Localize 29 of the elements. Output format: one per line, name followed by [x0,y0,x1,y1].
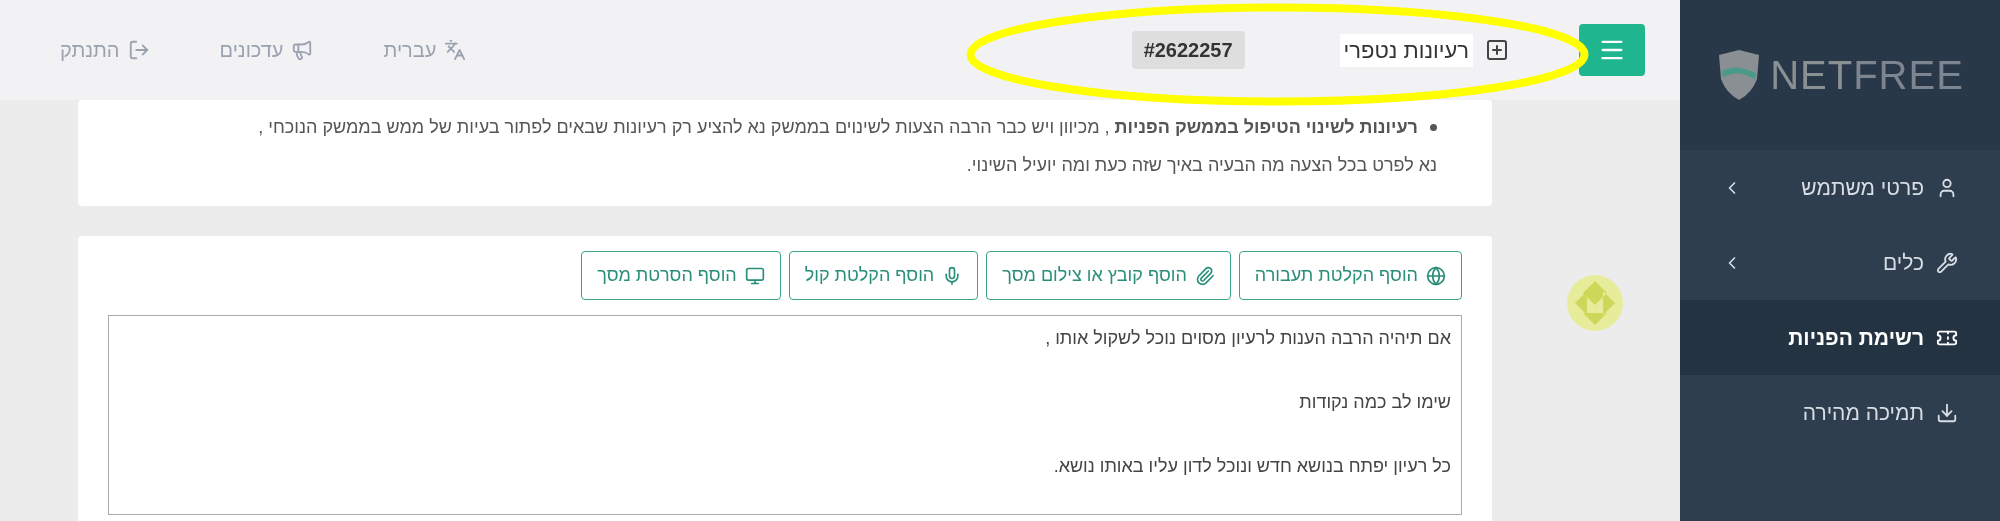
sidebar-item[interactable]: תמיכה מהירה [1680,375,2000,450]
megaphone-icon [291,39,314,61]
attach-button[interactable]: הוסף קובץ או צילום מסך [986,251,1231,300]
avatar-icon [1567,275,1623,331]
logout-icon [127,39,150,61]
globe-icon [1426,265,1446,286]
sidebar-item[interactable]: רשימת הפניות [1680,300,2000,375]
attach-button[interactable]: הוסף הסרטת מסך [581,251,781,300]
menu-button[interactable] [1579,24,1645,76]
ticket-number: #2622257 [1131,31,1245,69]
header-link[interactable]: עדכונים [219,35,314,65]
header-link[interactable]: התנתק [60,35,150,65]
sidebar-item[interactable]: פרטי משתמש [1680,150,2000,225]
download-icon [1936,401,1958,424]
language-icon [444,39,467,61]
header-link[interactable]: עברית [383,35,467,65]
reply-field[interactable]: אם תיהיה הרבה הענות לרעיון מסוים נוכל לשקול אותו , שימו לב כמה נקודות כל רעיון יפתח בנושא חדש ונוכל לדון עליו באותו נושא. [108,315,1462,515]
bullet-icon [1430,124,1437,131]
sidebar-item[interactable]: כלים [1680,225,2000,300]
page-title: רעיונות נטפרי [1339,33,1473,67]
logo-text: NETFREE [1770,53,1964,97]
wrench-icon [1936,251,1958,274]
attach-button[interactable]: הוסף הקלטת תעבורה [1238,251,1462,300]
notice-text: רעיונות לשינוי הטיפול בממשק הפניות , מכיוון ויש כבר הרבה הצעות לשינוים בממשק נא להציע רק רעיונות שבאים לפתור בעיות של ממש בממשק הנוכחי , [258,116,1418,139]
monitor-icon [744,265,765,286]
notice-text: נא לפרט בכל הצעה מה הבעיה באיך שזה כעת ומה יועיל השינוי. [965,154,1437,177]
plus-icon [1485,38,1509,62]
attach-button[interactable]: הוסף הקלטת קול [788,251,979,300]
paperclip-icon [1194,265,1215,286]
